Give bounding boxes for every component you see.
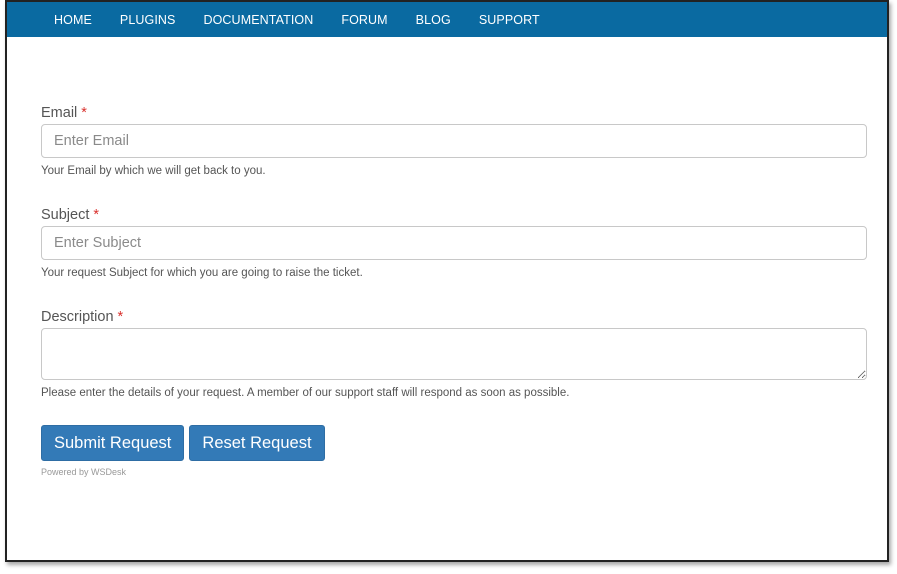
nav-home[interactable]: HOME: [54, 13, 92, 27]
nav-plugins[interactable]: PLUGINS: [120, 13, 176, 27]
description-group: Description * Please enter the details of…: [41, 306, 867, 401]
email-group: Email* Your Email by which we will get b…: [41, 102, 867, 179]
description-help-text: Please enter the details of your request…: [41, 387, 570, 399]
description-textarea[interactable]: [41, 328, 867, 380]
email-input[interactable]: [41, 124, 867, 158]
subject-input[interactable]: [41, 226, 867, 260]
powered-by-text: Powered by WSDesk: [41, 467, 127, 477]
submit-request-button[interactable]: Submit Request: [41, 425, 185, 461]
subject-required-mark: *: [93, 207, 100, 223]
email-help-text: Your Email by which we will get back to …: [41, 165, 266, 177]
reset-request-button[interactable]: Reset Request: [189, 425, 325, 461]
description-label-text: Description: [41, 309, 114, 325]
subject-group: Subject* Your request Subject for which …: [41, 204, 867, 281]
nav-documentation[interactable]: DOCUMENTATION: [203, 13, 313, 27]
support-request-form: Email* Your Email by which we will get b…: [41, 102, 867, 477]
nav-support[interactable]: SUPPORT: [479, 13, 540, 27]
email-required-mark: *: [81, 105, 87, 121]
form-buttons: Submit Request Reset Request: [41, 425, 867, 461]
nav-forum[interactable]: FORUM: [341, 13, 387, 27]
email-label-text: Email: [41, 105, 78, 121]
subject-label: Subject *: [41, 204, 867, 226]
email-label: Email *: [41, 102, 867, 124]
subject-label-text: Subject: [41, 207, 90, 223]
description-label: Description *: [41, 306, 867, 328]
top-navbar: HOME PLUGINS DOCUMENTATION FORUM BLOG SU…: [7, 2, 887, 37]
description-required-mark: *: [117, 309, 124, 325]
subject-help-text: Your request Subject for which you are g…: [41, 267, 363, 279]
browser-frame: HOME PLUGINS DOCUMENTATION FORUM BLOG SU…: [5, 0, 889, 562]
nav-blog[interactable]: BLOG: [416, 13, 451, 27]
